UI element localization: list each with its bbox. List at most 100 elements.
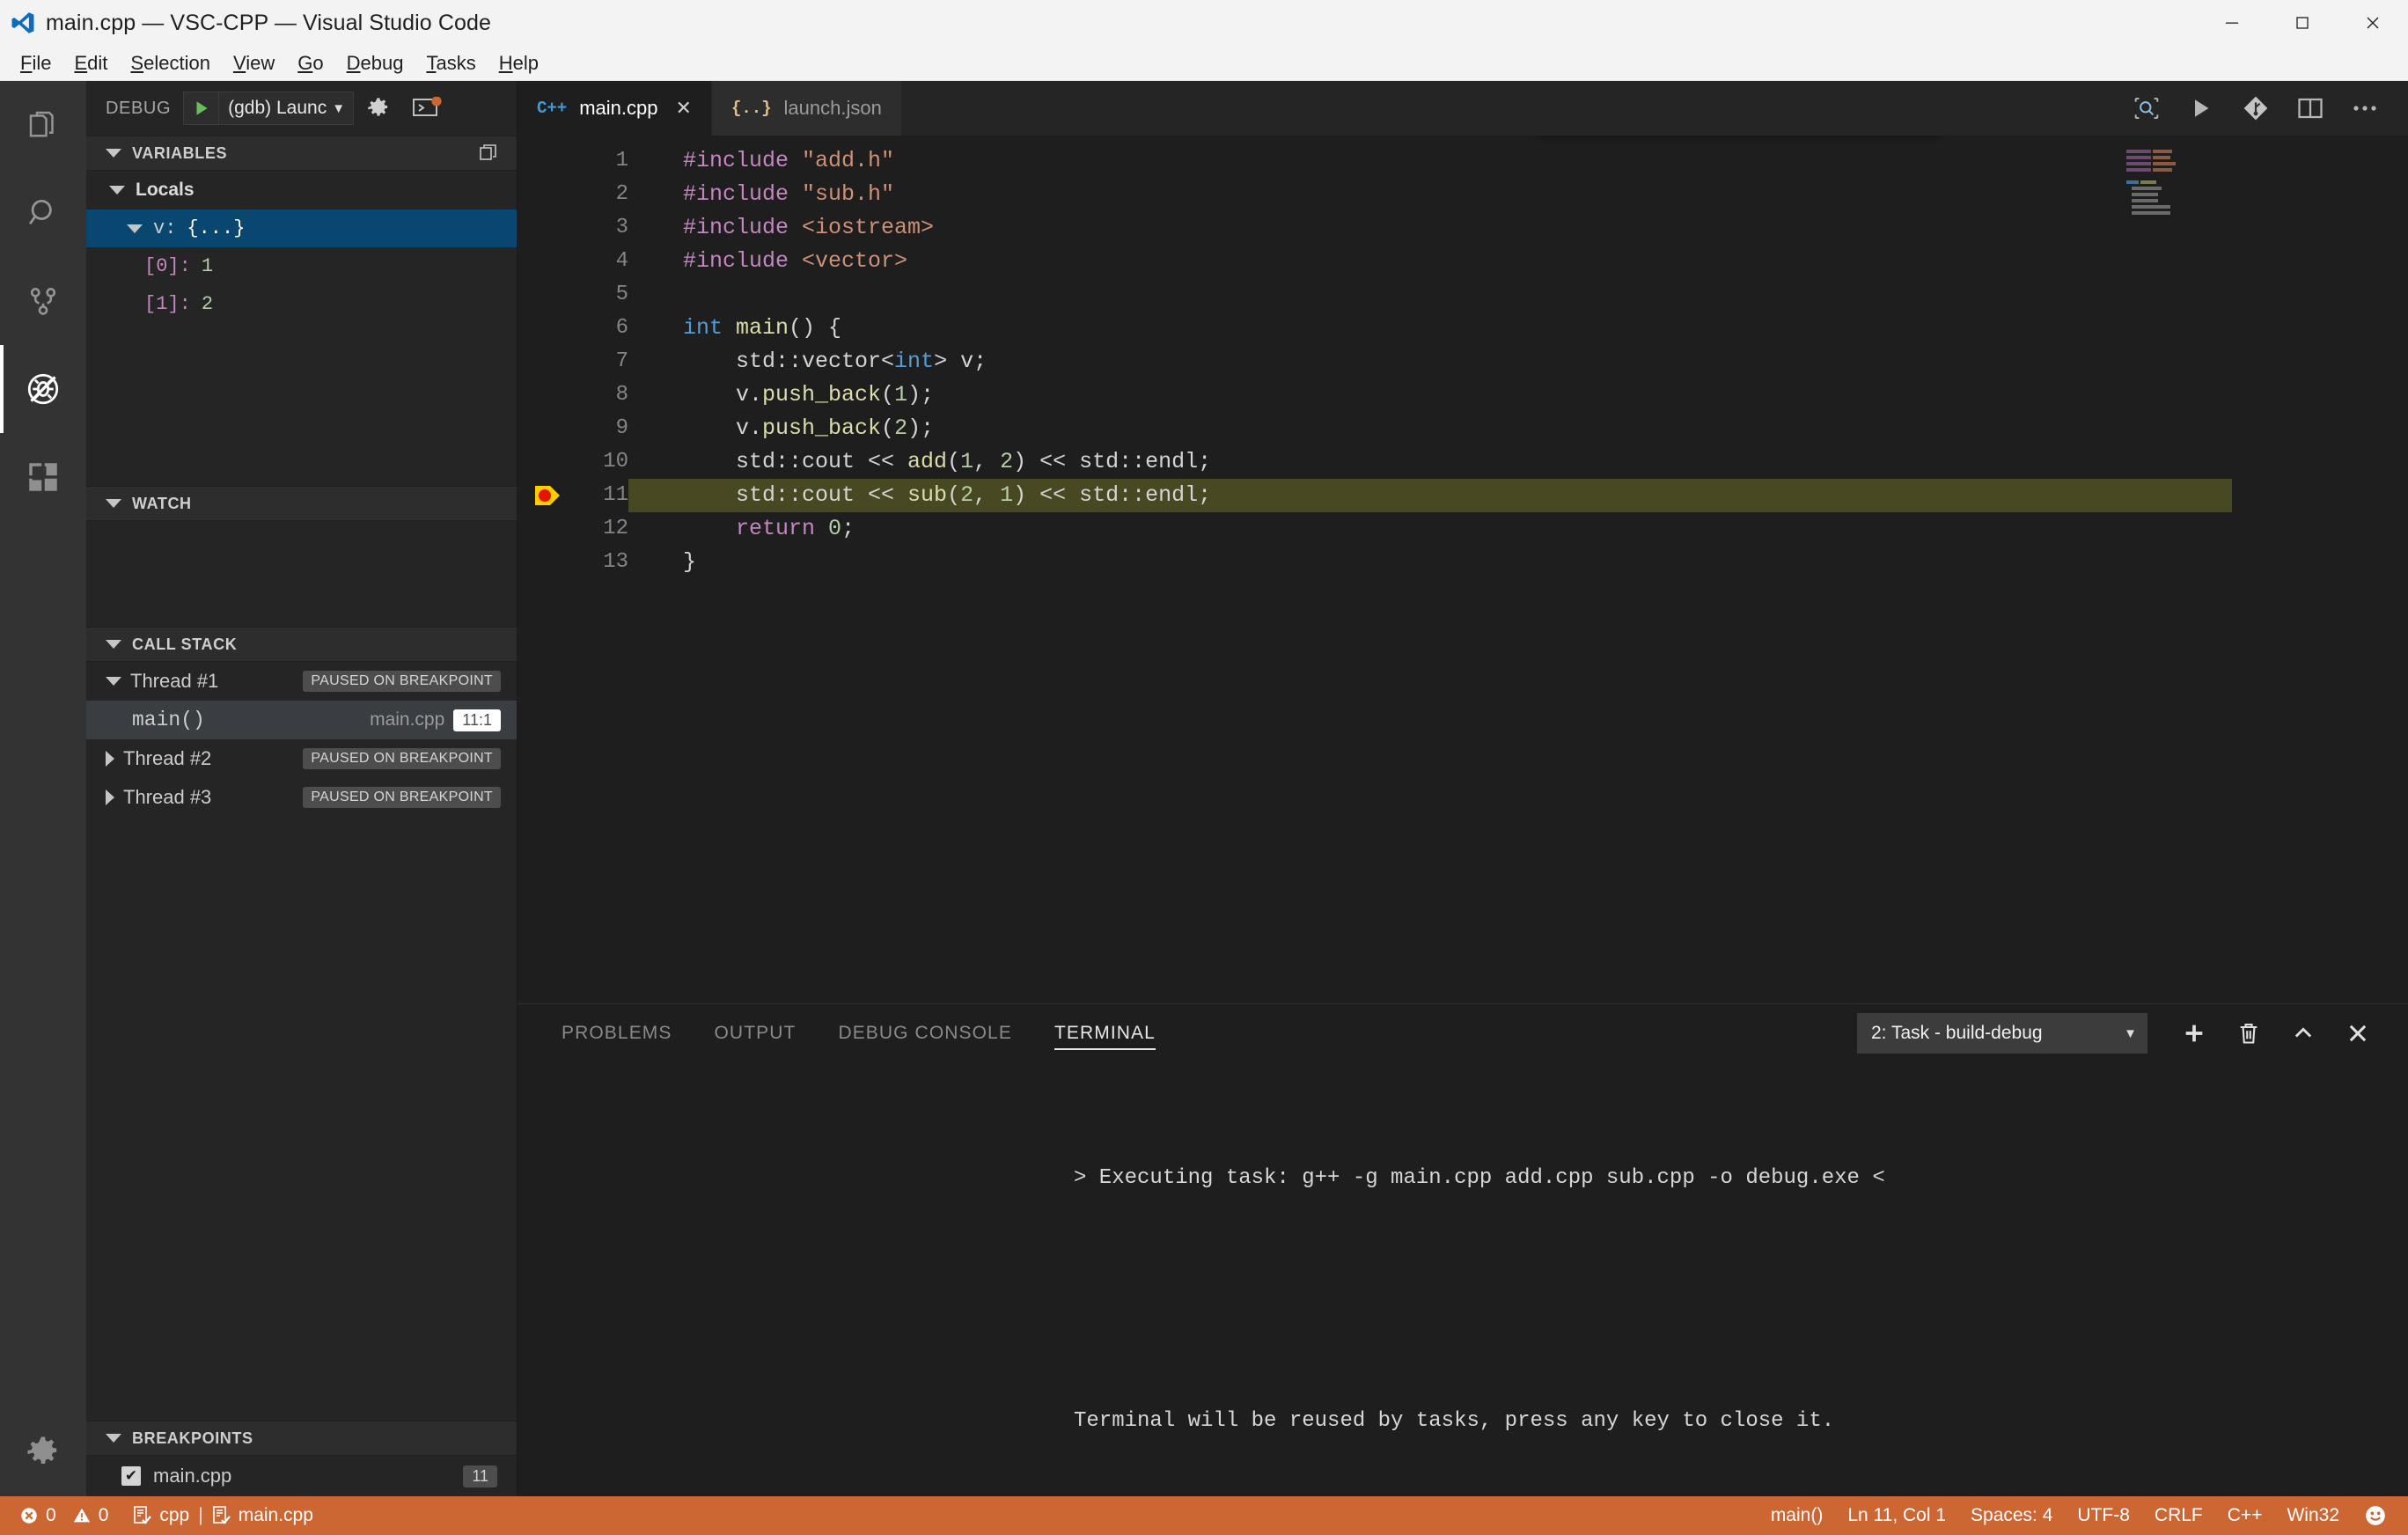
file-check-icon [134, 1506, 152, 1524]
cpp-intellisense-status[interactable]: cpp | main.cpp [121, 1496, 326, 1535]
source-control-icon[interactable] [0, 257, 86, 345]
cursor-position[interactable]: Ln 11, Col 1 [1835, 1496, 1958, 1535]
feedback-smiley-icon[interactable] [2352, 1496, 2399, 1535]
menu-selection[interactable]: Selection [119, 48, 222, 78]
status-bar: 0 0 cpp | main.cpp main() Ln 11, Col 1 S… [0, 1496, 2408, 1535]
code-editor[interactable]: 1 #include "add.h" 2 #include "sub.h" 3 … [518, 136, 2408, 1003]
kill-terminal-icon[interactable] [2221, 1006, 2276, 1061]
terminal-line: > Executing task: g++ -g main.cpp add.cp… [1074, 1166, 1885, 1190]
language-mode[interactable]: C++ [2215, 1496, 2275, 1535]
find-in-file-icon[interactable] [2119, 81, 2174, 136]
status-badge: PAUSED ON BREAKPOINT [303, 671, 501, 692]
search-icon[interactable] [0, 169, 86, 257]
code-line: 13 } [518, 546, 2408, 579]
cpp-file-icon: C++ [537, 99, 568, 118]
new-terminal-icon[interactable] [2167, 1006, 2221, 1061]
breakpoint-row-main-cpp[interactable]: ✔ main.cpp 11 [86, 1456, 517, 1496]
explorer-icon[interactable] [0, 81, 86, 169]
variables-section-header[interactable]: VARIABLES [86, 136, 517, 171]
line-number: 8 [615, 383, 628, 407]
variable-value: {...} [187, 217, 246, 239]
close-button[interactable] [2338, 0, 2408, 46]
vscode-window: main.cpp — VSC-CPP — Visual Studio Code … [0, 0, 2408, 1535]
variable-value: 2 [201, 293, 214, 315]
line-ending[interactable]: CRLF [2142, 1496, 2215, 1535]
menu-debug[interactable]: Debug [335, 48, 415, 78]
code-line: 9 v.push_back(2); [518, 412, 2408, 445]
variable-row-v[interactable]: v: {...} [86, 209, 517, 247]
breakpoint-marker[interactable] [518, 482, 577, 509]
indentation[interactable]: Spaces: 4 [1958, 1496, 2065, 1535]
tab-main-cpp[interactable]: C++ main.cpp ✕ [518, 81, 712, 136]
line-number: 12 [603, 517, 628, 540]
open-variables-editor-icon[interactable] [478, 143, 499, 164]
menu-edit[interactable]: Edit [62, 48, 119, 78]
encoding[interactable]: UTF-8 [2065, 1496, 2142, 1535]
current-function[interactable]: main() [1758, 1496, 1836, 1535]
close-panel-icon[interactable] [2331, 1006, 2385, 1061]
split-editor-icon[interactable] [2283, 81, 2338, 136]
debug-config-select[interactable]: (gdb) Launc ▼ [183, 92, 355, 125]
maximize-button[interactable] [2267, 0, 2338, 46]
chevron-down-icon [106, 149, 121, 158]
minimize-button[interactable] [2197, 0, 2267, 46]
debug-icon[interactable] [0, 345, 86, 433]
callstack-thread-2[interactable]: Thread #2 PAUSED ON BREAKPOINT [86, 739, 517, 778]
menu-tasks[interactable]: Tasks [415, 48, 487, 78]
more-actions-icon[interactable] [2338, 81, 2392, 136]
open-launch-json-gear-icon[interactable] [354, 96, 403, 121]
menu-view[interactable]: View [222, 48, 286, 78]
chevron-down-icon [106, 640, 121, 649]
chevron-down-icon [106, 677, 121, 686]
extensions-icon[interactable] [0, 433, 86, 521]
window-title: main.cpp — VSC-CPP — Visual Studio Code [46, 10, 491, 35]
variables-scope-locals[interactable]: Locals [86, 171, 517, 209]
breakpoints-section-header[interactable]: BREAKPOINTS [86, 1421, 517, 1456]
frame-position: 11:1 [453, 709, 501, 731]
problems-status[interactable]: 0 0 [7, 1496, 121, 1535]
menu-help[interactable]: Help [488, 48, 550, 78]
settings-gear-icon[interactable] [0, 1408, 86, 1496]
watch-section-header[interactable]: WATCH [86, 486, 517, 521]
variable-row-0[interactable]: [0]: 1 [86, 247, 517, 285]
callstack-thread-1[interactable]: Thread #1 PAUSED ON BREAKPOINT [86, 662, 517, 701]
callstack-thread-3[interactable]: Thread #3 PAUSED ON BREAKPOINT [86, 778, 517, 817]
close-icon[interactable]: ✕ [676, 97, 692, 120]
editor-actions [2119, 81, 2408, 136]
thread-label: Thread #1 [130, 670, 219, 692]
git-graph-icon[interactable] [2228, 81, 2283, 136]
tab-problems[interactable]: PROBLEMS [540, 1004, 694, 1062]
code-line: 4 #include <vector> [518, 245, 2408, 278]
run-code-icon[interactable] [2174, 81, 2228, 136]
line-number: 9 [615, 416, 628, 440]
callstack-frame-main[interactable]: main() main.cpp 11:1 [86, 701, 517, 739]
platform-target[interactable]: Win32 [2274, 1496, 2352, 1535]
line-text: } [683, 549, 697, 575]
tab-debug-console[interactable]: DEBUG CONSOLE [817, 1004, 1033, 1062]
watch-section-title: WATCH [132, 494, 192, 512]
line-text: #include <iostream> [683, 215, 935, 240]
error-icon [21, 1508, 37, 1524]
tab-label: launch.json [783, 97, 882, 119]
line-number: 10 [603, 450, 628, 474]
line-text: std::cout << add(1, 2) << std::endl; [683, 449, 1212, 474]
terminal-selector[interactable]: 2: Task - build-debug ▼ [1857, 1013, 2147, 1054]
terminal-output[interactable]: > Executing task: g++ -g main.cpp add.cp… [518, 1062, 2408, 1518]
callstack-section-header[interactable]: CALL STACK [86, 627, 517, 662]
tab-launch-json[interactable]: {..} launch.json [711, 81, 902, 136]
variable-index: [0]: [144, 255, 191, 277]
title-bar: main.cpp — VSC-CPP — Visual Studio Code [0, 0, 2408, 46]
tab-terminal[interactable]: TERMINAL [1033, 1004, 1177, 1062]
open-debug-console-icon[interactable] [403, 97, 452, 120]
start-debugging-icon[interactable] [184, 92, 220, 124]
menu-go[interactable]: Go [286, 48, 334, 78]
line-text: v.push_back(2); [683, 415, 935, 441]
line-number: 7 [615, 349, 628, 373]
code-line: 1 #include "add.h" [518, 144, 2408, 178]
variable-row-1[interactable]: [1]: 2 [86, 285, 517, 323]
tab-output[interactable]: OUTPUT [694, 1004, 818, 1062]
maximize-panel-icon[interactable] [2276, 1006, 2331, 1061]
breakpoint-checkbox[interactable]: ✔ [121, 1466, 141, 1486]
breakpoint-line: 11 [463, 1465, 497, 1487]
menu-file[interactable]: File [9, 48, 62, 78]
